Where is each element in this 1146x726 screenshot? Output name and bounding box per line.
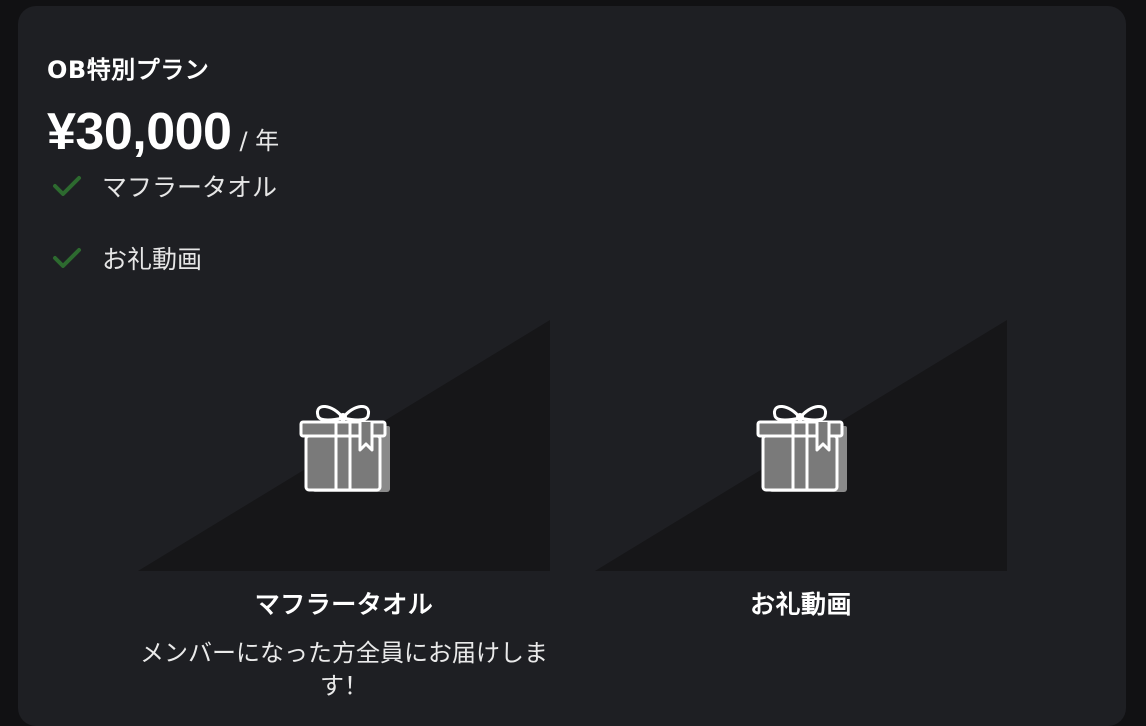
plan-price: ¥30,000 [47,103,232,161]
price-period: / 年 [239,127,280,155]
check-icon [53,176,81,196]
feature-item: お礼動画 [52,240,202,276]
reward-image-placeholder [138,320,550,571]
plan-card: OB特別プラン ¥30,000 / 年 マフラータオル お礼動画 マフラータオル… [18,6,1126,726]
reward-name: お礼動画 [749,590,852,619]
feature-label: お礼動画 [102,245,203,274]
reward-card[interactable]: お礼動画 [595,320,1007,637]
reward-name: マフラータオル [254,590,434,619]
gift-icon [756,405,847,492]
feature-label: マフラータオル [102,173,278,202]
gift-icon [299,405,390,492]
reward-card[interactable]: マフラータオル メンバーになった方全員にお届けします！ [138,320,550,703]
price-row: ¥30,000 / 年 [47,102,279,162]
check-icon [53,248,81,268]
reward-description: メンバーになった方全員にお届けします！ [140,639,548,700]
plan-title: OB特別プラン [47,56,210,84]
reward-image-placeholder [595,320,1007,571]
feature-item: マフラータオル [52,168,277,204]
